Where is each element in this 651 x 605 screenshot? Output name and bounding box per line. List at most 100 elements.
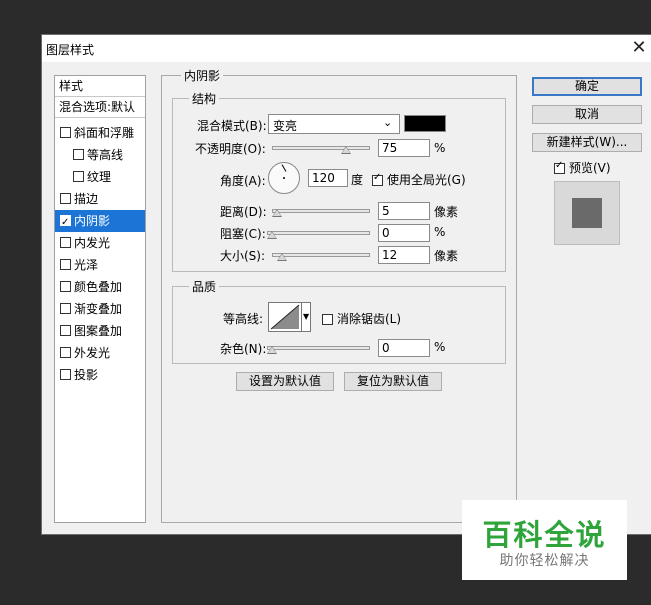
opacity-slider[interactable] [272,146,370,150]
inner-shadow-panel: 内阴影 结构 混合模式(B): 变亮 ⌄ 不透明度(O): 75 % 角度(A)… [161,67,517,523]
style-item-label: 渐变叠加 [74,302,123,316]
opacity-input[interactable]: 75 [378,139,430,157]
blend-mode-label: 混合模式(B): [197,119,267,133]
global-light-checkbox[interactable] [372,172,383,186]
style-item-color-overlay[interactable]: 颜色叠加 [55,276,150,298]
style-item-satin[interactable]: 光泽 [55,254,150,276]
checkbox[interactable] [60,237,71,248]
checkbox[interactable] [60,347,71,358]
style-item-label: 纹理 [87,170,112,184]
style-item-label: 斜面和浮雕 [74,126,135,140]
preview-label: 预览(V) [569,161,611,175]
style-item-label: 内发光 [74,236,111,250]
distance-label: 距离(D): [220,205,267,219]
angle-label: 角度(A): [220,174,266,188]
style-item-label: 等高线 [87,148,124,162]
blend-mode-select[interactable]: 变亮 ⌄ [268,114,400,134]
style-item-label: 光泽 [74,258,99,272]
preview-checkbox[interactable] [554,160,565,174]
checkbox[interactable] [60,193,71,204]
style-item-pattern-overlay[interactable]: 图案叠加 [55,320,150,342]
contour-label: 等高线: [223,312,264,326]
antialias-checkbox[interactable] [322,314,333,325]
style-item-inner-glow[interactable]: 内发光 [55,232,150,254]
style-item-drop-shadow[interactable]: 投影 [55,364,150,386]
style-item-label: 描边 [74,192,99,206]
style-item-label: 图案叠加 [74,324,123,338]
quality-title: 品质 [189,278,220,295]
style-item-contour[interactable]: 等高线 [55,144,163,166]
checkbox[interactable] [73,171,84,182]
title-bar: 图层样式 ✕ [42,35,651,62]
reset-default-button[interactable]: 复位为默认值 [344,372,442,391]
distance-input[interactable]: 5 [378,202,430,220]
antialias-label: 消除锯齿(L) [337,312,402,326]
style-item-outer-glow[interactable]: 外发光 [55,342,150,364]
style-item-texture[interactable]: 纹理 [55,166,163,188]
noise-input[interactable]: 0 [378,339,430,357]
angle-input[interactable]: 120 [308,169,348,187]
style-item-bevel-emboss[interactable]: 斜面和浮雕 [55,122,150,144]
style-list-header[interactable]: 样式 [55,76,145,97]
size-slider-thumb[interactable] [277,253,287,261]
checkbox[interactable] [60,325,71,336]
angle-unit: 度 [351,173,364,187]
panel-title: 内阴影 [181,67,224,84]
opacity-label: 不透明度(O): [195,142,266,156]
style-item-label: 外发光 [74,346,111,360]
checkbox[interactable] [60,303,71,314]
choke-slider[interactable] [267,231,370,235]
distance-unit: 像素 [434,205,459,219]
shadow-color-swatch[interactable] [404,115,446,132]
triangle-down-icon: ▼ [303,312,310,321]
blend-mode-value: 变亮 [273,119,298,133]
chevron-down-icon: ⌄ [383,116,393,129]
opacity-unit: % [434,141,446,155]
distance-slider-thumb[interactable] [272,209,282,217]
checkbox[interactable] [60,369,71,380]
style-item-label: 颜色叠加 [74,280,123,294]
structure-group: 结构 混合模式(B): 变亮 ⌄ 不透明度(O): 75 % 角度(A): 12… [172,90,506,272]
contour-dropdown[interactable]: ▼ [302,302,311,332]
layer-style-dialog: 图层样式 ✕ 样式 混合选项:默认 斜面和浮雕 等高线 纹理 描边 内阴影 内发… [41,34,651,535]
contour-picker[interactable] [268,302,302,332]
contour-curve-icon [270,304,300,330]
blend-options-item[interactable]: 混合选项:默认 [55,97,145,118]
noise-slider-thumb[interactable] [267,346,277,354]
distance-slider[interactable] [272,209,370,213]
quality-group: 品质 等高线: ▼ 消除锯齿(L) 杂色(N): 0 % [172,278,506,364]
size-unit: 像素 [434,249,459,263]
structure-title: 结构 [189,90,220,107]
opacity-slider-thumb[interactable] [341,146,351,154]
style-item-stroke[interactable]: 描边 [55,188,150,210]
checkbox[interactable] [60,212,71,234]
new-style-button[interactable]: 新建样式(W)... [532,133,642,152]
size-input[interactable]: 12 [378,246,430,264]
style-list: 样式 混合选项:默认 斜面和浮雕 等高线 纹理 描边 内阴影 内发光 光泽 颜色… [54,75,146,523]
watermark: 百科全说 助你轻松解决 [462,500,627,580]
ok-button[interactable]: 确定 [532,77,642,96]
checkbox[interactable] [60,127,71,138]
choke-input[interactable]: 0 [378,224,430,242]
size-label: 大小(S): [220,249,266,263]
choke-label: 阻塞(C): [220,227,266,241]
preview-thumbnail [554,181,620,245]
watermark-subtitle: 助你轻松解决 [499,553,590,569]
style-item-label: 投影 [74,368,99,382]
style-item-gradient-overlay[interactable]: 渐变叠加 [55,298,150,320]
checkbox[interactable] [60,259,71,270]
choke-unit: % [434,225,446,239]
close-icon[interactable]: ✕ [629,37,649,59]
noise-slider[interactable] [267,346,370,350]
style-item-label: 内阴影 [74,214,111,228]
choke-slider-thumb[interactable] [267,231,277,239]
preview-swatch [572,198,602,228]
cancel-button[interactable]: 取消 [532,105,642,124]
watermark-title: 百科全说 [482,518,607,552]
checkbox[interactable] [73,149,84,160]
checkbox[interactable] [60,281,71,292]
style-item-inner-shadow[interactable]: 内阴影 [55,210,145,234]
angle-dial[interactable] [268,162,300,194]
make-default-button[interactable]: 设置为默认值 [236,372,334,391]
global-light-label: 使用全局光(G) [387,173,466,187]
